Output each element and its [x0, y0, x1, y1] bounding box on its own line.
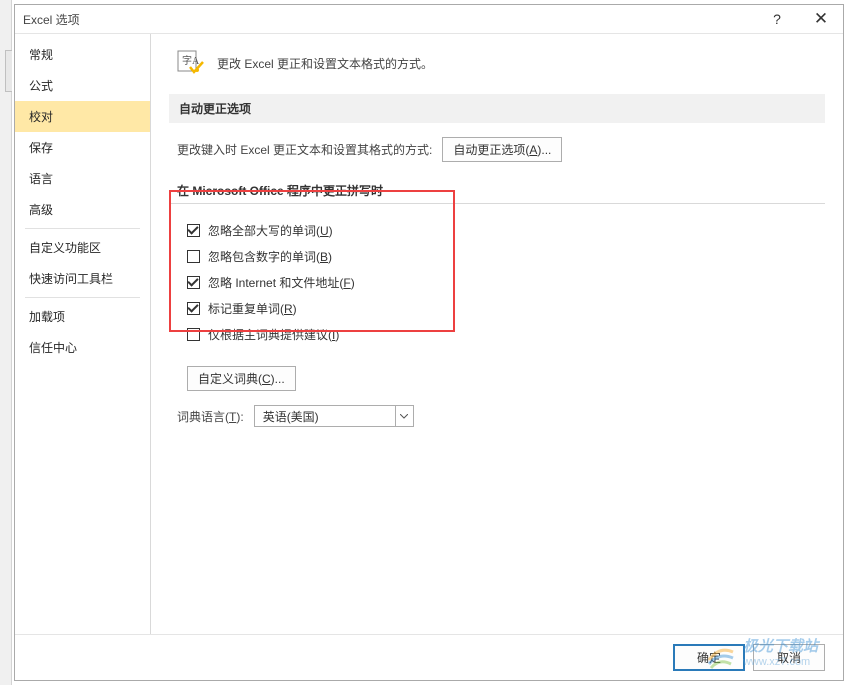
select-value: 英语(美国)	[255, 408, 395, 425]
dictionary-language-label: 词典语言(T):	[177, 408, 244, 425]
ok-button[interactable]: 确定	[673, 644, 745, 671]
sidebar-item-advanced[interactable]: 高级	[15, 194, 150, 225]
check-main-dict-only[interactable]: 仅根据主词典提供建议(I)	[187, 326, 825, 343]
dictionary-language-row: 词典语言(T): 英语(美国)	[177, 405, 825, 427]
check-flag-repeated[interactable]: 标记重复单词(R)	[187, 300, 825, 317]
autocorrect-label: 更改键入时 Excel 更正文本和设置其格式的方式:	[177, 141, 432, 158]
cancel-button[interactable]: 取消	[753, 644, 825, 671]
close-button[interactable]: ✕	[799, 5, 843, 33]
dialog-body: 常规 公式 校对 保存 语言 高级 自定义功能区 快速访问工具栏 加载项 信任中…	[15, 34, 843, 634]
check-ignore-uppercase[interactable]: 忽略全部大写的单词(U)	[187, 222, 825, 239]
sidebar-item-formulas[interactable]: 公式	[15, 70, 150, 101]
proofing-icon: 字A	[177, 50, 205, 76]
checkbox-icon	[187, 224, 200, 237]
help-button[interactable]: ?	[755, 5, 799, 33]
checkbox-icon	[187, 302, 200, 315]
sidebar-item-save[interactable]: 保存	[15, 132, 150, 163]
help-icon: ?	[773, 11, 781, 27]
page-description: 更改 Excel 更正和设置文本格式的方式。	[217, 55, 433, 72]
sidebar-separator	[25, 228, 140, 229]
sidebar-item-addins[interactable]: 加载项	[15, 301, 150, 332]
titlebar-controls: ? ✕	[755, 5, 843, 33]
close-icon: ✕	[814, 9, 828, 29]
checkbox-label: 忽略 Internet 和文件地址(F)	[208, 274, 355, 291]
sidebar-item-general[interactable]: 常规	[15, 39, 150, 70]
dictionary-language-select[interactable]: 英语(美国)	[254, 405, 414, 427]
custom-dictionaries-button[interactable]: 自定义词典(C)...	[187, 366, 296, 391]
section-spelling-title: 在 Microsoft Office 程序中更正拼写时	[169, 178, 825, 204]
sidebar-item-language[interactable]: 语言	[15, 163, 150, 194]
sidebar-item-trust-center[interactable]: 信任中心	[15, 332, 150, 363]
checkbox-icon	[187, 276, 200, 289]
dialog-title: Excel 选项	[23, 11, 80, 28]
autocorrect-row: 更改键入时 Excel 更正文本和设置其格式的方式: 自动更正选项(A)...	[177, 137, 825, 162]
titlebar: Excel 选项 ? ✕	[15, 5, 843, 34]
section-autocorrect-title: 自动更正选项	[169, 94, 825, 123]
svg-text:字A: 字A	[182, 54, 200, 67]
checkbox-label: 标记重复单词(R)	[208, 300, 297, 317]
sidebar-item-proofing[interactable]: 校对	[15, 101, 150, 132]
category-sidebar: 常规 公式 校对 保存 语言 高级 自定义功能区 快速访问工具栏 加载项 信任中…	[15, 34, 151, 634]
checkbox-label: 忽略包含数字的单词(B)	[208, 248, 332, 265]
checkbox-label: 忽略全部大写的单词(U)	[208, 222, 333, 239]
background-app-edge	[0, 0, 12, 685]
autocorrect-options-button[interactable]: 自动更正选项(A)...	[442, 137, 562, 162]
dialog-footer: 确定 取消	[15, 634, 843, 680]
spelling-checkbox-group: 忽略全部大写的单词(U) 忽略包含数字的单词(B) 忽略 Internet 和文…	[169, 206, 825, 360]
checkbox-label: 仅根据主词典提供建议(I)	[208, 326, 339, 343]
sidebar-item-quick-access[interactable]: 快速访问工具栏	[15, 263, 150, 294]
sidebar-separator	[25, 297, 140, 298]
checkbox-icon	[187, 328, 200, 341]
check-ignore-numbers[interactable]: 忽略包含数字的单词(B)	[187, 248, 825, 265]
options-dialog: Excel 选项 ? ✕ 常规 公式 校对 保存 语言 高级 自定义功能区 快速…	[14, 4, 844, 681]
check-ignore-internet[interactable]: 忽略 Internet 和文件地址(F)	[187, 274, 825, 291]
checkbox-icon	[187, 250, 200, 263]
main-content: 字A 更改 Excel 更正和设置文本格式的方式。 自动更正选项 更改键入时 E…	[151, 34, 843, 634]
sidebar-item-customize-ribbon[interactable]: 自定义功能区	[15, 232, 150, 263]
page-header: 字A 更改 Excel 更正和设置文本格式的方式。	[177, 50, 825, 76]
chevron-down-icon	[395, 406, 413, 426]
